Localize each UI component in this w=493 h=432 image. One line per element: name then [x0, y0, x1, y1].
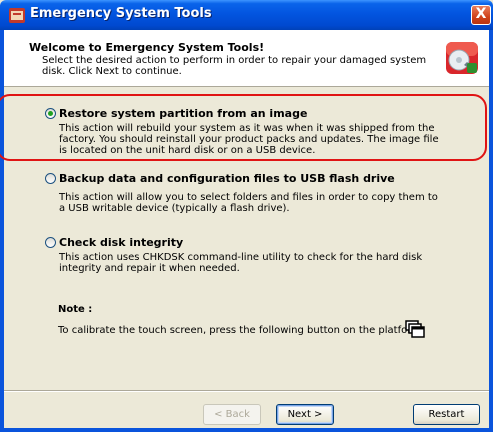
window-frame-bottom — [0, 428, 493, 432]
option-description: This action will allow you to select fol… — [59, 192, 438, 214]
restore-radio[interactable] — [45, 108, 56, 119]
option-label[interactable]: Check disk integrity — [59, 236, 183, 249]
option-description: This action will rebuild your system as … — [59, 123, 439, 156]
window-frame-right — [489, 30, 493, 432]
note-title: Note : — [58, 304, 93, 315]
touch-calibrate-icon — [405, 320, 425, 338]
option-description: This action uses CHKDSK command-line uti… — [59, 252, 423, 274]
option-label[interactable]: Backup data and configuration files to U… — [59, 172, 395, 185]
note-text: To calibrate the touch screen, press the… — [58, 325, 425, 336]
back-button[interactable]: < Back — [203, 404, 261, 425]
header-description: Select the desired action to perform in … — [42, 55, 427, 77]
close-button[interactable]: X — [471, 5, 491, 25]
wizard-header: Welcome to Emergency System Tools! Selec… — [4, 30, 489, 87]
title-bar[interactable]: Emergency System Tools X — [0, 0, 493, 30]
backup-radio[interactable] — [45, 173, 56, 184]
window-title: Emergency System Tools — [30, 6, 212, 21]
option-label[interactable]: Restore system partition from an image — [59, 107, 307, 120]
window-frame-left — [0, 30, 4, 432]
button-separator — [4, 390, 489, 392]
restart-button[interactable]: Restart — [413, 404, 480, 425]
header-title: Welcome to Emergency System Tools! — [29, 41, 265, 54]
app-icon — [9, 8, 25, 23]
disk-repair-icon — [446, 42, 478, 74]
check-disk-radio[interactable] — [45, 237, 56, 248]
next-button[interactable]: Next > — [276, 404, 334, 425]
